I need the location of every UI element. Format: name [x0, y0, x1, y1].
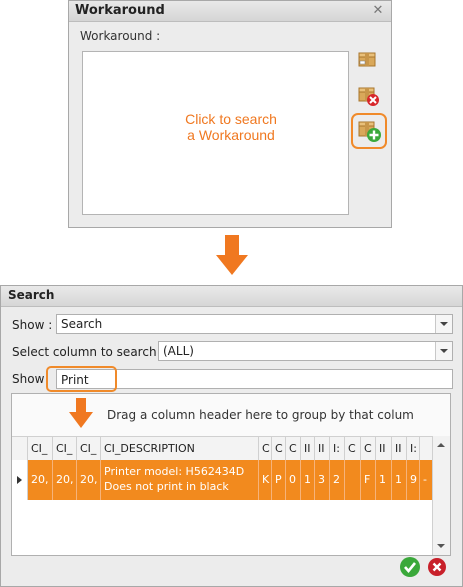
table-cell[interactable]: 20,: [53, 460, 77, 500]
workaround-field-label: Workaround :: [80, 29, 161, 43]
table-cell[interactable]: 3: [315, 460, 330, 500]
table-cell-description[interactable]: Printer model: H562434D Does not print i…: [101, 460, 259, 500]
select-column-label: Select column to search :: [12, 345, 165, 359]
column-header[interactable]: I:: [330, 437, 345, 461]
vertical-scrollbar[interactable]: [432, 436, 450, 555]
search-titlebar: Search: [1, 286, 462, 307]
table-cell[interactable]: F: [361, 460, 376, 500]
table-cell[interactable]: 1: [392, 460, 407, 500]
column-header[interactable]: II: [301, 437, 315, 461]
down-arrow-icon: [216, 235, 248, 278]
select-column-combo[interactable]: (ALL): [158, 341, 453, 361]
table-cell[interactable]: P: [272, 460, 286, 500]
table-cell[interactable]: K: [259, 460, 272, 500]
scroll-down-icon[interactable]: [437, 544, 445, 548]
column-header[interactable]: C: [345, 437, 361, 461]
table-row[interactable]: 20, 20, 20, Printer model: H562434D Does…: [12, 460, 450, 500]
results-grid: Drag a column header here to group by th…: [11, 393, 451, 556]
workaround-title: Workaround: [75, 3, 165, 18]
table-cell[interactable]: 0: [286, 460, 301, 500]
table-cell[interactable]: 1: [301, 460, 315, 500]
callout-text: Click to search a Workaround: [185, 111, 277, 143]
workaround-titlebar: Workaround ✕: [69, 1, 391, 22]
column-header[interactable]: CI_: [28, 437, 53, 461]
select-column-value: (ALL): [163, 344, 194, 358]
scroll-up-icon[interactable]: [437, 443, 445, 447]
chevron-down-icon[interactable]: [435, 315, 452, 333]
box-icon[interactable]: [357, 48, 379, 70]
header-corner: [12, 437, 28, 461]
column-header[interactable]: I:: [407, 437, 420, 461]
show-combo-value: Search: [61, 317, 103, 331]
table-cell[interactable]: 20,: [28, 460, 53, 500]
search-window: Search Show : Search Select column to se…: [0, 285, 463, 587]
column-header[interactable]: II: [376, 437, 392, 461]
column-header[interactable]: C: [286, 437, 301, 461]
search-title: Search: [8, 288, 55, 302]
column-header[interactable]: II: [315, 437, 330, 461]
group-panel-text: Drag a column header here to group by th…: [107, 408, 414, 422]
show-label: Show :: [12, 318, 53, 332]
row-indicator-icon: [12, 460, 28, 500]
table-cell[interactable]: 9: [407, 460, 420, 500]
group-panel[interactable]: Drag a column header here to group by th…: [12, 394, 450, 436]
down-arrow-icon: [69, 398, 93, 431]
box-delete-icon[interactable]: [357, 84, 379, 106]
chevron-down-icon[interactable]: [435, 342, 452, 360]
table-cell[interactable]: 1: [376, 460, 392, 500]
table-cell[interactable]: 20,: [77, 460, 101, 500]
cancel-x-icon[interactable]: [427, 557, 447, 577]
search-text: Print: [61, 373, 89, 387]
column-header[interactable]: CI_DESCRIPTION: [101, 437, 259, 461]
column-header[interactable]: C: [272, 437, 286, 461]
table-cell[interactable]: 2: [330, 460, 345, 500]
column-header[interactable]: C: [259, 437, 272, 461]
column-header[interactable]: CI_: [53, 437, 77, 461]
grid-header: CI_ CI_ CI_ CI_DESCRIPTION C C C II II I…: [12, 436, 450, 462]
column-header[interactable]: CI_: [77, 437, 101, 461]
add-workaround-highlight: [351, 113, 387, 149]
table-cell[interactable]: [345, 460, 361, 500]
show2-label: Show: [12, 372, 45, 386]
show-combo[interactable]: Search: [56, 314, 453, 334]
column-header[interactable]: C: [361, 437, 376, 461]
ok-check-icon[interactable]: [399, 556, 421, 578]
search-text-highlight: Print: [46, 366, 117, 392]
close-icon[interactable]: ✕: [371, 4, 385, 18]
column-header[interactable]: II: [392, 437, 407, 461]
